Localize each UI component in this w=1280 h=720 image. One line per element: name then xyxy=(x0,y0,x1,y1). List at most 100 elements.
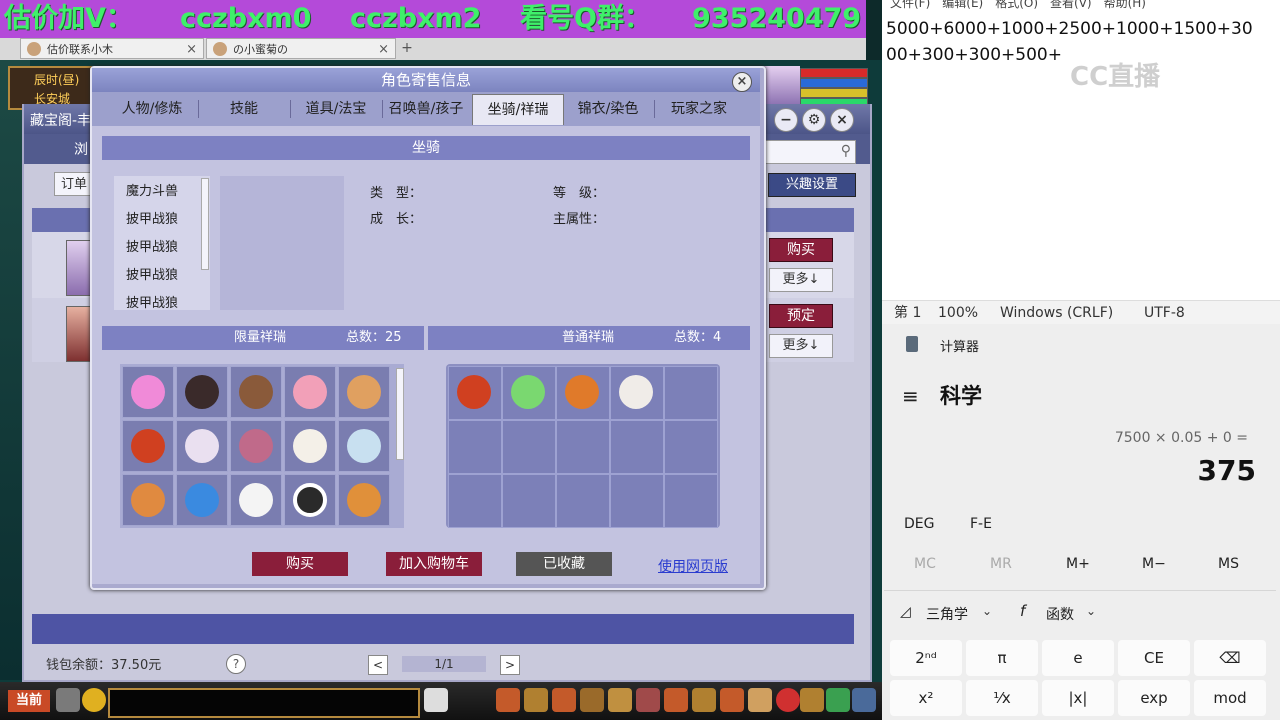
pet-slot[interactable] xyxy=(230,420,282,472)
alert-icon[interactable] xyxy=(776,688,800,712)
e-key[interactable]: e xyxy=(1042,640,1114,676)
pet-slot[interactable] xyxy=(176,474,228,526)
pet-slot[interactable] xyxy=(664,366,718,420)
pet-slot[interactable] xyxy=(122,474,174,526)
more-button[interactable]: 更多↓ xyxy=(769,334,833,358)
pet-slot[interactable] xyxy=(556,474,610,528)
tab-skills[interactable]: 技能 xyxy=(198,94,290,124)
new-tab-icon[interactable]: + xyxy=(398,38,416,58)
pet-slot[interactable] xyxy=(664,474,718,528)
pet-slot[interactable] xyxy=(502,420,556,474)
memory-recall-button[interactable]: MR xyxy=(990,556,1012,572)
menu-icon[interactable] xyxy=(826,688,850,712)
pet-slot[interactable] xyxy=(122,420,174,472)
close-tab-icon[interactable]: × xyxy=(186,39,197,60)
more-button[interactable]: 更多↓ xyxy=(769,268,833,292)
exp-key[interactable]: exp xyxy=(1118,680,1190,716)
pet-slot[interactable] xyxy=(176,366,228,418)
cbg-nav-item[interactable]: 浏 xyxy=(74,139,88,159)
backspace-key[interactable]: ⌫ xyxy=(1194,640,1266,676)
fe-toggle[interactable]: F-E xyxy=(970,516,992,532)
pet-slot[interactable] xyxy=(284,474,336,526)
emoji-icon[interactable] xyxy=(82,688,106,712)
absolute-key[interactable]: |x| xyxy=(1042,680,1114,716)
pet-slot[interactable] xyxy=(122,366,174,418)
next-page-button[interactable]: > xyxy=(500,655,520,675)
menu-icon[interactable] xyxy=(496,688,520,712)
clear-entry-key[interactable]: CE xyxy=(1118,640,1190,676)
menu-icon[interactable] xyxy=(800,688,824,712)
tab-outfits[interactable]: 锦衣/染色 xyxy=(564,94,652,124)
help-icon[interactable]: ? xyxy=(226,654,246,674)
tab-items[interactable]: 道具/法宝 xyxy=(290,94,382,124)
pi-key[interactable]: π xyxy=(966,640,1038,676)
buy-button[interactable]: 购买 xyxy=(769,238,833,262)
second-function-key[interactable]: 2ⁿᵈ xyxy=(890,640,962,676)
search-icon[interactable]: ⚲ xyxy=(841,143,851,159)
memory-subtract-button[interactable]: M− xyxy=(1142,556,1166,572)
tab-mounts[interactable]: 坐骑/祥瑞 xyxy=(472,94,564,125)
chat-channel-button[interactable]: 当前 xyxy=(8,690,50,712)
menu-icon[interactable] xyxy=(636,688,660,712)
pet-slot[interactable] xyxy=(610,366,664,420)
menu-icon[interactable] xyxy=(720,688,744,712)
menu-icon[interactable] xyxy=(552,688,576,712)
settings-icon[interactable]: ⚙ xyxy=(802,108,826,132)
trig-dropdown[interactable]: 三角学 xyxy=(926,604,968,624)
notepad-menu[interactable]: 文件(F) 编辑(E) 格式(O) 查看(V) 帮助(H) xyxy=(890,0,1146,11)
pet-slot[interactable] xyxy=(230,474,282,526)
menu-icon[interactable] xyxy=(524,688,548,712)
pet-slot[interactable] xyxy=(176,420,228,472)
buy-button[interactable]: 购买 xyxy=(252,552,348,576)
pet-slot[interactable] xyxy=(610,474,664,528)
square-key[interactable]: x² xyxy=(890,680,962,716)
reciprocal-key[interactable]: ¹⁄x xyxy=(966,680,1038,716)
pet-slot[interactable] xyxy=(502,474,556,528)
favorited-button[interactable]: 已收藏 xyxy=(516,552,612,576)
scrollbar[interactable] xyxy=(396,368,404,460)
minimize-icon[interactable]: − xyxy=(774,108,798,132)
mod-key[interactable]: mod xyxy=(1194,680,1266,716)
close-icon[interactable]: × xyxy=(732,72,752,92)
pet-slot[interactable] xyxy=(448,420,502,474)
pet-slot[interactable] xyxy=(664,420,718,474)
memory-store-button[interactable]: MS xyxy=(1218,556,1239,572)
cbg-search-input[interactable]: ⚲ xyxy=(760,140,856,164)
tab-character[interactable]: 人物/修炼 xyxy=(106,94,198,124)
pet-slot[interactable] xyxy=(338,420,390,472)
pet-icon[interactable] xyxy=(424,688,448,712)
microphone-icon[interactable] xyxy=(56,688,80,712)
pet-slot[interactable] xyxy=(284,420,336,472)
tab-home[interactable]: 玩家之家 xyxy=(654,94,744,124)
order-select[interactable]: 订单 xyxy=(54,172,94,196)
list-item[interactable]: 披甲战狼 xyxy=(126,236,178,255)
menu-icon[interactable] xyxy=(608,688,632,712)
list-item[interactable]: 魔力斗兽 xyxy=(126,180,178,199)
web-version-link[interactable]: 使用网页版 xyxy=(658,556,728,576)
menu-icon[interactable] xyxy=(852,688,876,712)
pet-slot[interactable] xyxy=(556,366,610,420)
pet-slot[interactable] xyxy=(610,420,664,474)
menu-icon[interactable] xyxy=(748,688,772,712)
reserve-button[interactable]: 预定 xyxy=(769,304,833,328)
browser-tab-1[interactable]: 估价联系小木 × xyxy=(20,38,204,59)
add-to-cart-button[interactable]: 加入购物车 xyxy=(386,552,482,576)
pet-slot[interactable] xyxy=(502,366,556,420)
hamburger-menu-icon[interactable]: ≡ xyxy=(902,384,919,408)
pet-slot[interactable] xyxy=(556,420,610,474)
list-item[interactable]: 披甲战狼 xyxy=(126,264,178,283)
close-icon[interactable]: × xyxy=(830,108,854,132)
tab-pets[interactable]: 召唤兽/孩子 xyxy=(382,94,470,124)
menu-icon[interactable] xyxy=(664,688,688,712)
pet-slot[interactable] xyxy=(338,366,390,418)
pet-slot[interactable] xyxy=(448,474,502,528)
memory-clear-button[interactable]: MC xyxy=(914,556,936,572)
pet-slot[interactable] xyxy=(448,366,502,420)
pet-slot[interactable] xyxy=(230,366,282,418)
browser-tab-2[interactable]: の小蜜菊の × xyxy=(206,38,396,59)
function-dropdown[interactable]: 函数 xyxy=(1046,604,1074,624)
chat-input[interactable] xyxy=(108,688,420,718)
pet-slot[interactable] xyxy=(338,474,390,526)
prev-page-button[interactable]: < xyxy=(368,655,388,675)
scrollbar[interactable] xyxy=(201,178,209,270)
